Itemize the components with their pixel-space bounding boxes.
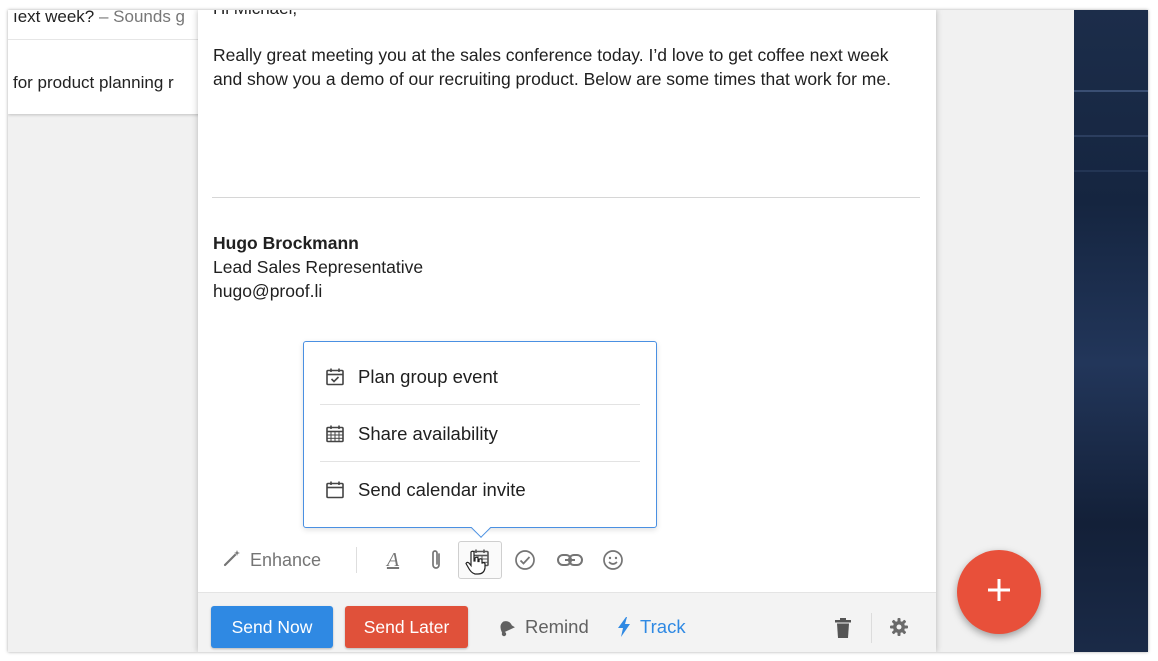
compose-window: Hi Michael, Really great meeting you at … [198, 10, 936, 652]
app-window: ıext week? – Sounds g for product planni… [8, 10, 1148, 652]
popup-pointer [471, 518, 491, 538]
inbox-row-separator: – [94, 10, 114, 26]
calendar-grid-icon [324, 423, 346, 445]
gear-icon[interactable] [889, 617, 909, 642]
track-label: Track [640, 616, 686, 637]
enhance-label: Enhance [250, 549, 322, 570]
magic-wand-icon [222, 548, 242, 573]
send-now-button[interactable]: Send Now [211, 606, 333, 648]
paperclip-icon[interactable] [425, 538, 447, 582]
compose-footer: Send Now Send Later Remind Track [198, 592, 936, 652]
emoji-icon[interactable] [600, 538, 626, 582]
signature-divider [212, 197, 920, 198]
menu-item-send-calendar-invite[interactable]: Send calendar invite [320, 462, 640, 518]
menu-item-label: Share availability [358, 422, 498, 444]
menu-item-label: Plan group event [358, 365, 498, 387]
remind-bell-icon [495, 616, 517, 638]
check-circle-icon[interactable] [512, 538, 538, 582]
inbox-row[interactable]: ıext week? – Sounds g [8, 10, 208, 40]
plus-icon [985, 576, 1013, 609]
email-greeting: Hi Michael, [213, 10, 297, 20]
menu-item-label: Send calendar invite [358, 479, 526, 500]
inbox-list: ıext week? – Sounds g for product planni… [8, 10, 208, 114]
menu-item-share-availability[interactable]: Share availability [320, 406, 640, 462]
inbox-row-subject: for product planning r [13, 73, 174, 92]
compose-fab-button[interactable] [957, 550, 1041, 634]
signature-name: Hugo Brockmann [213, 233, 359, 253]
calendar-icon [324, 479, 346, 501]
remind-label: Remind [525, 616, 589, 637]
background-wallpaper [1074, 10, 1148, 652]
calendar-check-icon [324, 366, 346, 388]
menu-item-plan-group-event[interactable]: Plan group event [320, 349, 640, 405]
trash-icon[interactable] [834, 618, 852, 643]
inbox-row-subject: ıext week? [13, 10, 95, 26]
track-button[interactable]: Track [616, 606, 686, 648]
remind-button[interactable]: Remind [495, 606, 589, 648]
compose-toolbar: Enhance A [198, 538, 936, 582]
inbox-row-snippet: Sounds g [113, 10, 186, 26]
inbox-row[interactable]: for product planning r [8, 60, 208, 106]
toolbar-divider [356, 547, 357, 573]
link-icon[interactable] [555, 538, 585, 582]
lightning-icon [616, 616, 632, 638]
footer-divider [871, 613, 872, 643]
email-signature: Hugo Brockmann Lead Sales Representative… [213, 231, 423, 303]
enhance-button[interactable]: Enhance [222, 538, 342, 582]
hand-cursor-icon [464, 550, 486, 581]
calendar-menu-popup: Plan group event Share availability Send… [303, 341, 657, 538]
signature-email: hugo@proof.li [213, 281, 323, 301]
text-format-icon[interactable]: A [381, 538, 405, 582]
email-body[interactable]: Really great meeting you at the sales co… [213, 43, 913, 91]
signature-title: Lead Sales Representative [213, 257, 424, 277]
send-later-button[interactable]: Send Later [345, 606, 468, 648]
